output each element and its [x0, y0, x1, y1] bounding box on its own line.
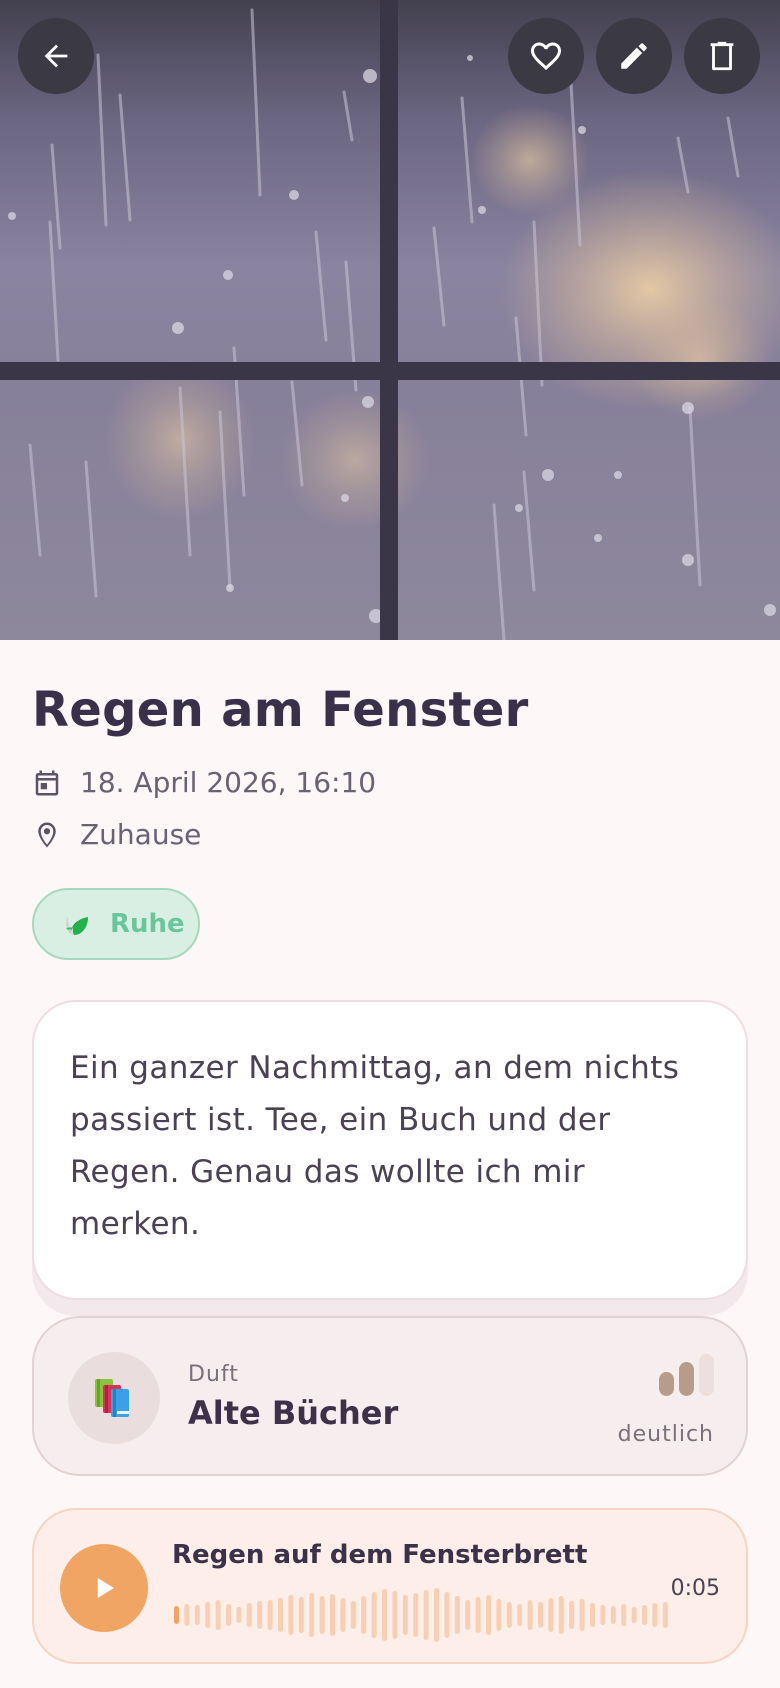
rain-window-illustration: [0, 0, 780, 640]
intensity-bar: [659, 1372, 674, 1396]
memory-date: 18. April 2026, 16:10: [80, 766, 377, 799]
waveform-bar: [486, 1595, 491, 1635]
location-row: Zuhause: [32, 818, 201, 851]
books-icon: [95, 1379, 129, 1417]
date-row: 18. April 2026, 16:10: [32, 766, 376, 799]
waveform-bar: [506, 1602, 512, 1628]
waveform-bar: [558, 1596, 564, 1634]
waveform-bar: [600, 1605, 606, 1625]
waveform-bar: [392, 1591, 398, 1639]
waveform-bar: [236, 1607, 242, 1623]
waveform-bar: [174, 1606, 179, 1624]
waveform-bar: [205, 1602, 211, 1628]
scent-card[interactable]: Duft Alte Bücher deutlich: [32, 1316, 748, 1476]
waveform-bar: [402, 1595, 408, 1635]
audio-title: Regen auf dem Fensterbrett: [172, 1540, 588, 1570]
audio-card: Regen auf dem Fensterbrett 0:05: [32, 1508, 748, 1664]
note-card: Ein ganzer Nachmittag, an dem nichts pas…: [32, 1000, 748, 1300]
note-text: Ein ganzer Nachmittag, an dem nichts pas…: [70, 1050, 680, 1242]
waveform-bar: [548, 1598, 554, 1632]
waveform-bar: [444, 1592, 450, 1638]
waveform-bar: [330, 1594, 335, 1636]
waveform-bar: [361, 1596, 367, 1634]
waveform-bar: [496, 1599, 502, 1631]
waveform-bar: [590, 1603, 595, 1627]
audio-waveform[interactable]: [172, 1588, 682, 1642]
memory-title: Regen am Fenster: [32, 682, 529, 738]
scent-kind-label: Duft: [188, 1362, 239, 1387]
waveform-bar: [569, 1601, 575, 1629]
waveform-bar: [184, 1604, 190, 1626]
waveform-bar: [475, 1597, 481, 1633]
waveform-bar: [642, 1605, 647, 1625]
heart-outline-icon: [531, 42, 561, 71]
waveform-bar: [538, 1602, 543, 1628]
intensity-bars: [659, 1354, 714, 1396]
trash-icon: [710, 41, 734, 71]
favorite-button[interactable]: [508, 18, 584, 94]
waveform-bar: [226, 1604, 231, 1626]
calendar-icon: [35, 770, 59, 795]
waveform-bar: [319, 1596, 325, 1634]
waveform-bar: [517, 1604, 523, 1626]
memory-place: Zuhause: [80, 818, 202, 851]
location-pin-icon: [38, 822, 56, 847]
mood-tag[interactable]: Ruhe: [32, 888, 200, 960]
waveform-bar: [194, 1605, 200, 1625]
waveform-bar: [621, 1604, 627, 1626]
waveform-bar: [527, 1600, 533, 1630]
waveform-bar: [662, 1602, 668, 1628]
waveform-bar: [267, 1600, 273, 1630]
edit-button[interactable]: [596, 18, 672, 94]
waveform-bar: [454, 1596, 460, 1634]
waveform-bar: [215, 1600, 221, 1630]
waveform-bar: [631, 1607, 637, 1623]
arrow-left-icon: [44, 44, 68, 68]
waveform-bar: [382, 1589, 387, 1641]
scent-name: Alte Bücher: [188, 1394, 399, 1432]
back-button[interactable]: [18, 18, 94, 94]
play-button[interactable]: [60, 1544, 148, 1632]
waveform-bar: [413, 1593, 419, 1637]
waveform-bar: [298, 1597, 304, 1633]
waveform-bar: [423, 1590, 429, 1640]
waveform-bar: [350, 1601, 356, 1629]
waveform-bar: [278, 1598, 283, 1632]
waveform-bar: [652, 1603, 658, 1627]
waveform-bar: [579, 1599, 585, 1631]
waveform-bar: [610, 1606, 616, 1624]
waveform-bar: [246, 1603, 252, 1627]
hero-image-rain-window: [0, 0, 780, 640]
waveform-bar: [434, 1588, 439, 1642]
delete-button[interactable]: [684, 18, 760, 94]
play-icon: [97, 1578, 114, 1598]
waveform-bar: [465, 1600, 471, 1630]
audio-duration: 0:05: [670, 1576, 720, 1601]
intensity-bar: [699, 1354, 714, 1396]
waveform-bar: [309, 1593, 315, 1637]
waveform-bar: [257, 1601, 263, 1629]
intensity-bar: [679, 1362, 694, 1396]
pencil-icon: [621, 43, 647, 69]
waveform-bar: [288, 1595, 294, 1635]
intensity-label: deutlich: [617, 1422, 714, 1447]
leaf-icon: [66, 917, 88, 935]
mood-tag-label: Ruhe: [110, 909, 185, 939]
waveform-bar: [340, 1598, 346, 1632]
waveform-bar: [371, 1592, 377, 1638]
scent-icon-container: [68, 1352, 160, 1444]
